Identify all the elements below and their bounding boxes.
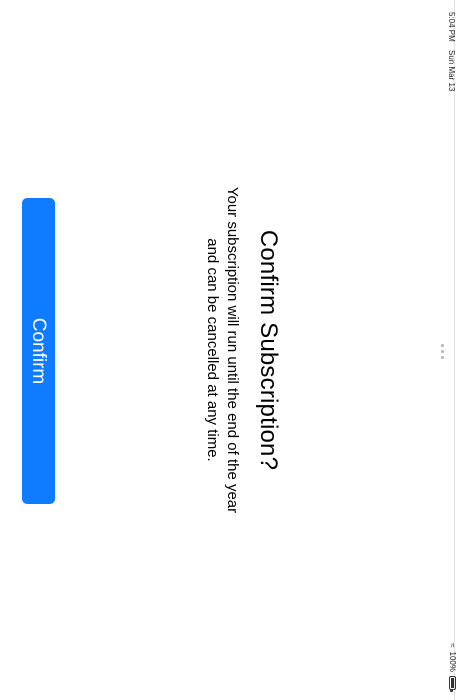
ellipsis-dot <box>441 356 444 359</box>
sheet-message: Your subscription will run until the end… <box>204 186 241 514</box>
battery-percent: 100% <box>448 651 457 672</box>
ellipsis-dot <box>441 350 444 353</box>
sheet-title: Confirm Subscription? <box>255 229 282 471</box>
ellipsis-dot <box>441 344 444 347</box>
rotated-screen: 5:04 PM Sun Mar 13 ≈ 100% Confirm Subscr… <box>0 0 460 700</box>
ellipsis-icon[interactable] <box>441 344 444 359</box>
battery-fill <box>451 678 454 688</box>
status-indicators: ≈ 100% <box>448 643 458 690</box>
app-window: 5:04 PM Sun Mar 13 ≈ 100% Confirm Subscr… <box>0 0 460 700</box>
status-time: 5:04 PM <box>447 12 456 42</box>
status-date: Sun Mar 13 <box>447 50 456 92</box>
confirm-button[interactable]: Confirm <box>22 198 55 504</box>
battery-icon <box>449 676 456 690</box>
wifi-icon: ≈ <box>448 643 458 648</box>
status-time-date: 5:04 PM Sun Mar 13 <box>447 12 456 97</box>
